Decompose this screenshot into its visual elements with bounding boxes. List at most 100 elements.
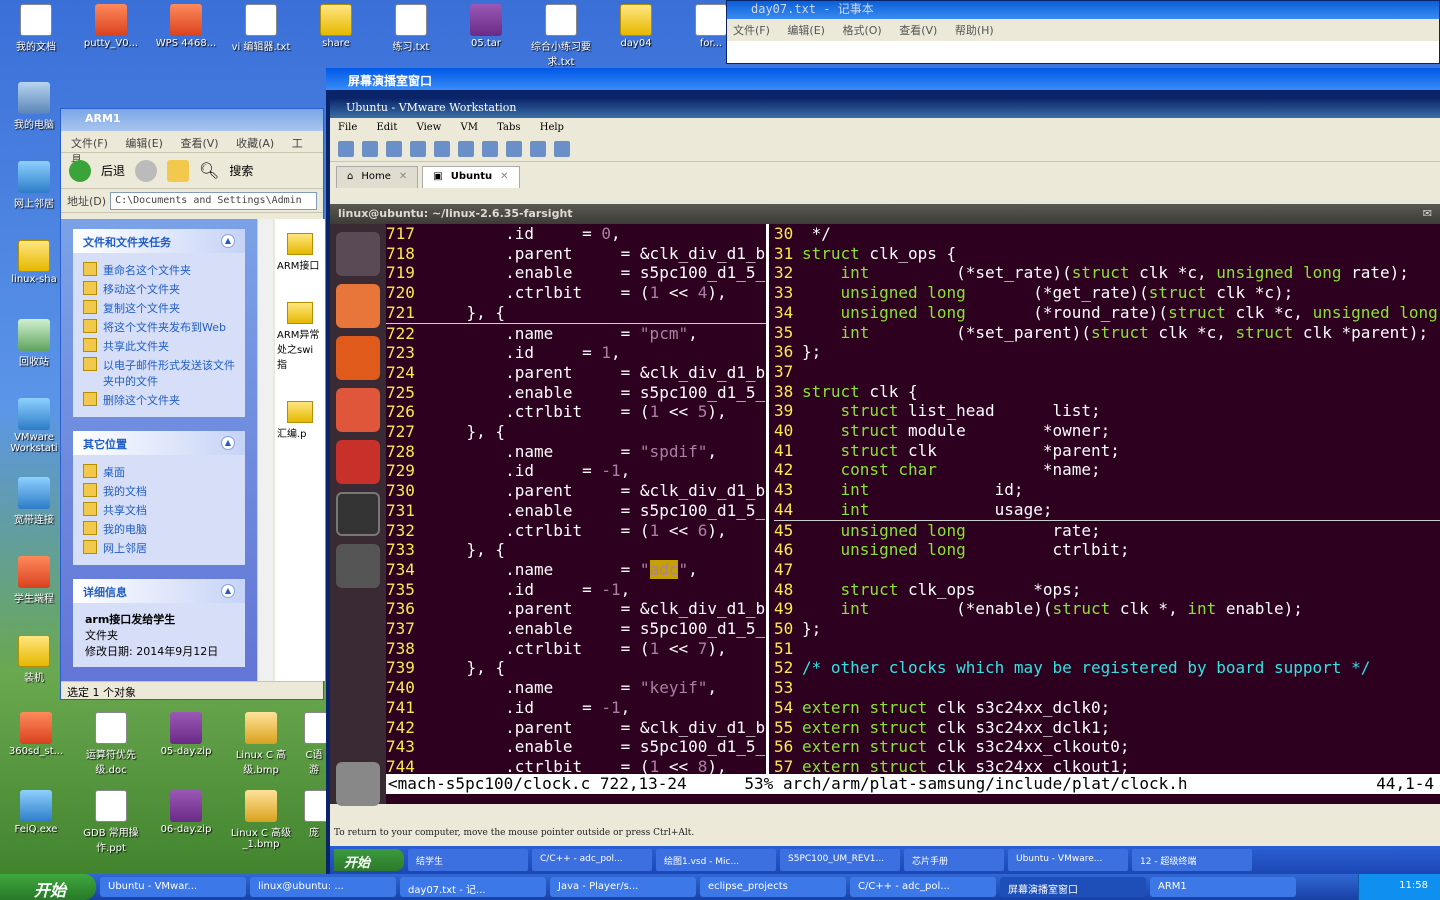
desktop-icon[interactable]: 学生端程: [2, 556, 66, 605]
guest-screen[interactable]: linux@ubuntu: ~/linux-2.6.35-farsight ✉ …: [330, 204, 1440, 806]
desktop-icon[interactable]: linux-sha: [2, 240, 66, 285]
explorer-scrollbar[interactable]: [257, 219, 273, 681]
explorer-window[interactable]: ARM1 文件(F) 编辑(E) 查看(V) 收藏(A) 工具 后退 🔍︎ 搜索…: [60, 108, 325, 700]
unity-icon[interactable]: [530, 141, 546, 157]
taskbar-task[interactable]: day07.txt - 记...: [400, 877, 546, 897]
desktop-icon[interactable]: 05.tar: [454, 4, 518, 49]
address-input[interactable]: C:\Documents and Settings\Admin: [110, 191, 317, 210]
revert-icon[interactable]: [410, 141, 426, 157]
trash-icon[interactable]: [336, 762, 380, 806]
file-item[interactable]: 汇编.p: [277, 401, 323, 440]
clock[interactable]: 11:58: [1399, 880, 1428, 891]
snapshot-icon[interactable]: [386, 141, 402, 157]
workspace-icon[interactable]: [336, 544, 380, 588]
pause-icon[interactable]: [338, 141, 354, 157]
back-icon[interactable]: [69, 159, 91, 182]
taskbar-task[interactable]: linux@ubuntu: ...: [250, 877, 396, 897]
vmware-menu-vm[interactable]: VM: [460, 122, 477, 133]
desktop-icon[interactable]: putty_V0...: [79, 4, 143, 49]
desktop-icon[interactable]: vi 编辑器.txt: [229, 4, 293, 53]
vim-editor[interactable]: 717 .id = 0, 718 .parent = &clk_div_d1_b 7…: [386, 224, 1440, 804]
dash-icon[interactable]: [336, 232, 380, 276]
mail-icon[interactable]: ✉: [1423, 207, 1432, 221]
inner-task-button[interactable]: C/C++ - adc_pol...: [532, 849, 652, 871]
desktop-icon[interactable]: FeiQ.exe: [4, 790, 68, 835]
place-item[interactable]: 我的电脑: [83, 521, 235, 537]
vmware-menu-help[interactable]: Help: [540, 122, 564, 133]
desktop-icon[interactable]: VMware Workstati: [2, 398, 66, 454]
tasks-panel-header[interactable]: 文件和文件夹任务: [83, 234, 171, 249]
desktop-icon[interactable]: 庞: [304, 790, 336, 839]
taskbar-task[interactable]: Ubuntu - VMwar...: [100, 877, 246, 897]
sidebar-icon[interactable]: [458, 141, 474, 157]
start-button[interactable]: 开始: [0, 874, 96, 900]
thumbnail-icon[interactable]: [554, 141, 570, 157]
task-item[interactable]: 以电子邮件形式发送该文件夹中的文件: [83, 357, 235, 389]
desktop-icon[interactable]: Linux C 高级.bmp: [229, 712, 293, 776]
place-item[interactable]: 桌面: [83, 464, 235, 480]
details-panel-header[interactable]: 详细信息: [83, 584, 127, 599]
inner-task-button[interactable]: 12 - 超级终端: [1132, 849, 1252, 871]
desktop-icon[interactable]: 我的文档: [4, 4, 68, 53]
desktop-icon[interactable]: 06-day.zip: [154, 790, 218, 835]
inner-task-button[interactable]: S5PC100_UM_REV1...: [780, 849, 900, 871]
notepad-menu-view[interactable]: 查看(V): [899, 24, 937, 37]
explorer-menu-favorites[interactable]: 收藏(A): [236, 137, 274, 150]
explorer-menu-edit[interactable]: 编辑(E): [125, 137, 163, 150]
places-panel-header[interactable]: 其它位置: [83, 436, 127, 451]
taskbar-task[interactable]: 屏幕演播室窗口: [1000, 877, 1146, 897]
inner-task-button[interactable]: 绘图1.vsd - Mic...: [656, 849, 776, 871]
desktop-icon[interactable]: 05-day.zip: [154, 712, 218, 757]
vmware-menu-file[interactable]: File: [338, 122, 357, 133]
place-item[interactable]: 共享文档: [83, 502, 235, 518]
desktop-icon[interactable]: 我的电脑: [2, 82, 66, 131]
place-item[interactable]: 我的文档: [83, 483, 235, 499]
inner-task-button[interactable]: 结学生: [408, 849, 528, 871]
firefox-icon[interactable]: [336, 336, 380, 380]
desktop-icon[interactable]: 360sd_st...: [4, 712, 68, 757]
desktop-icon[interactable]: day04: [604, 4, 668, 49]
desktop-icon[interactable]: 网上邻居: [2, 161, 66, 210]
broadcast-window[interactable]: 屏幕演播室窗口 Ubuntu - VMware Workstation File…: [326, 68, 1440, 874]
taskbar-task[interactable]: C/C++ - adc_pol...: [850, 877, 996, 897]
snapshot-manager-icon[interactable]: [434, 141, 450, 157]
explorer-menu-view[interactable]: 查看(V): [180, 137, 218, 150]
desktop-icon[interactable]: 综合小练习要求.txt: [529, 4, 593, 68]
console-view-icon[interactable]: [482, 141, 498, 157]
taskbar-task[interactable]: eclipse_projects: [700, 877, 846, 897]
notepad-menu-format[interactable]: 格式(O): [842, 24, 881, 37]
search-icon[interactable]: 🔍︎: [199, 161, 219, 180]
taskbar-task[interactable]: ARM1: [1150, 877, 1296, 897]
taskbar-task[interactable]: Java - Player/s...: [550, 877, 696, 897]
vmware-menu-view[interactable]: View: [417, 122, 442, 133]
vmware-window[interactable]: Ubuntu - VMware Workstation File Edit Vi…: [330, 98, 1440, 874]
search-button[interactable]: 搜索: [229, 162, 253, 179]
notepad-menu-file[interactable]: 文件(F): [733, 24, 770, 37]
task-item[interactable]: 移动这个文件夹: [83, 281, 235, 297]
inner-task-button[interactable]: 芯片手册: [904, 849, 1004, 871]
fullscreen-icon[interactable]: [506, 141, 522, 157]
task-item[interactable]: 将这个文件夹发布到Web: [83, 319, 235, 335]
send-keys-icon[interactable]: [362, 141, 378, 157]
forward-icon[interactable]: [135, 159, 158, 182]
explorer-menu-file[interactable]: 文件(F): [71, 137, 108, 150]
inner-task-button[interactable]: Ubuntu - VMware...: [1008, 849, 1128, 871]
inner-start-button[interactable]: 开始: [334, 849, 404, 871]
collapse-icon[interactable]: ▲: [221, 584, 235, 598]
terminal-icon[interactable]: [336, 492, 380, 536]
task-item[interactable]: 共享此文件夹: [83, 338, 235, 354]
notepad-menu-help[interactable]: 帮助(H): [955, 24, 994, 37]
file-item[interactable]: ARM异常处之swi指: [277, 302, 323, 371]
collapse-icon[interactable]: ▲: [221, 234, 235, 248]
vmware-menu-tabs[interactable]: Tabs: [497, 122, 520, 133]
software-center-icon[interactable]: [336, 388, 380, 432]
tab-home[interactable]: ⌂ Home ✕: [336, 166, 419, 188]
file-item[interactable]: ARM接口: [277, 233, 323, 272]
back-button[interactable]: 后退: [101, 162, 125, 179]
desktop-icon[interactable]: WPS 4468...: [154, 4, 218, 49]
desktop-icon[interactable]: 练习.txt: [379, 4, 443, 53]
vmware-menu-edit[interactable]: Edit: [376, 122, 397, 133]
close-icon[interactable]: ✕: [399, 171, 407, 184]
up-folder-icon[interactable]: [167, 159, 190, 182]
tab-ubuntu[interactable]: ▣ Ubuntu ✕: [422, 166, 520, 188]
